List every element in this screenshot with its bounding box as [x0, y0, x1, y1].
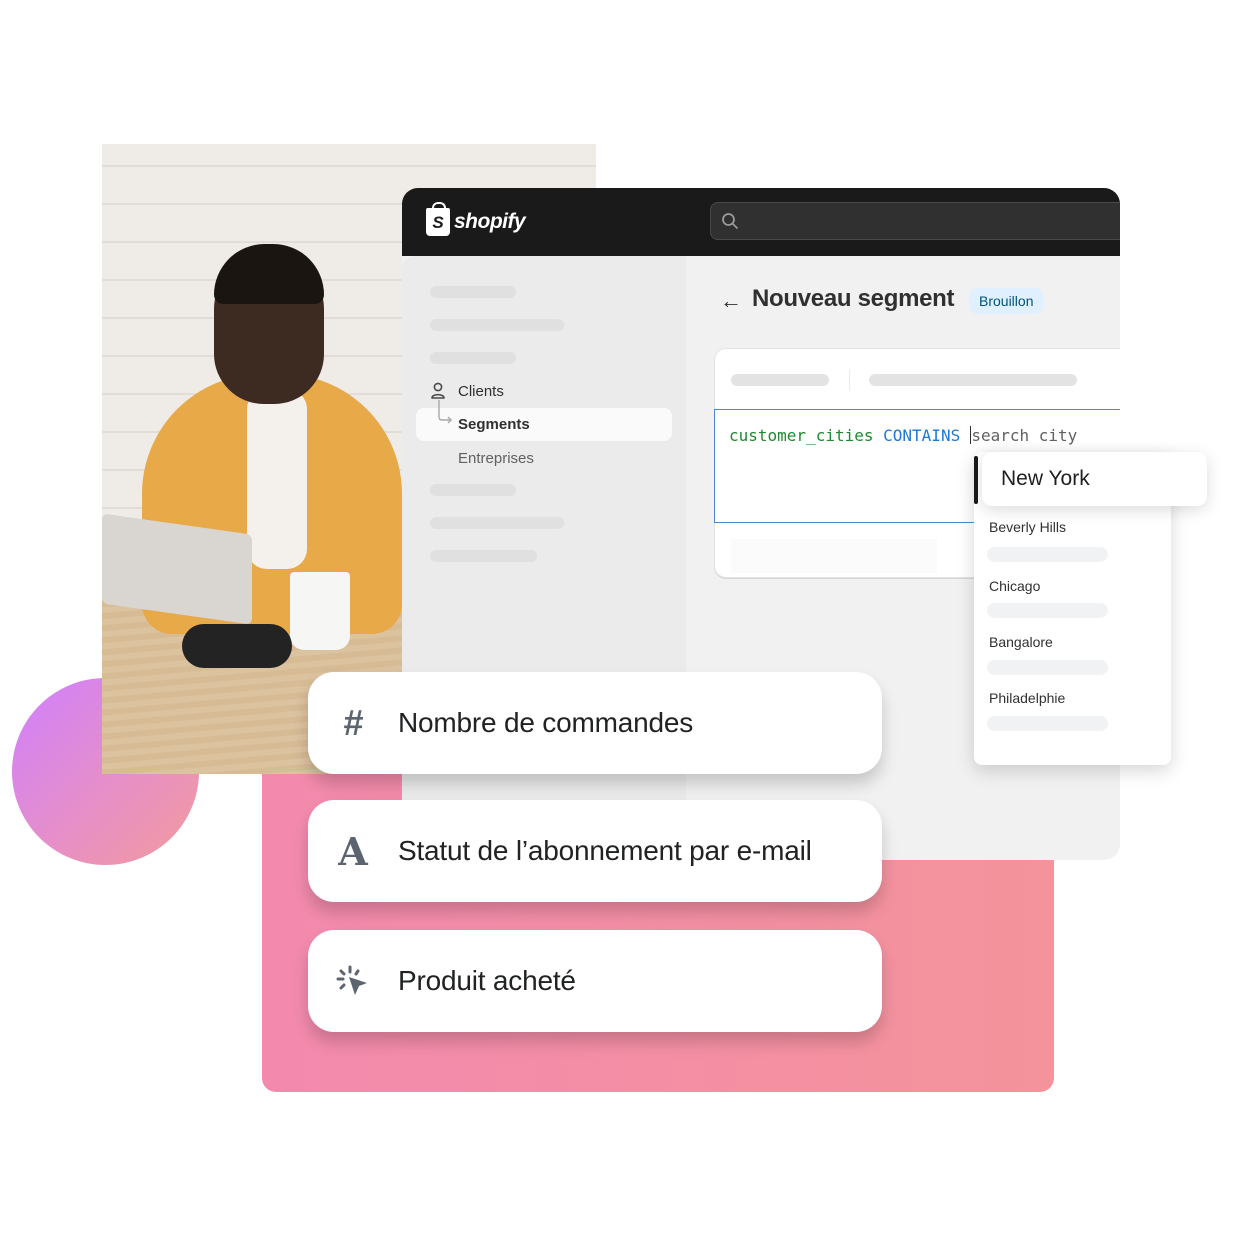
option-placeholder	[987, 547, 1108, 562]
sidebar-item-clients[interactable]: Clients	[416, 375, 672, 408]
person-icon	[431, 382, 445, 399]
query-placeholder: search city	[971, 426, 1078, 445]
sidebar-item-entreprises[interactable]: Entreprises	[416, 442, 672, 475]
dropdown-selected-option[interactable]: New York	[982, 452, 1207, 506]
sidebar-placeholder	[430, 517, 564, 529]
query-field: customer_cities	[729, 426, 874, 445]
search-input[interactable]	[710, 202, 1120, 240]
sidebar-item-label: Entreprises	[458, 450, 534, 467]
sidebar-placeholder	[430, 352, 516, 364]
top-bar: S shopify	[402, 188, 1120, 256]
sidebar-placeholder	[430, 484, 516, 496]
feature-card-email-subscription: A Statut de l’abonnement par e-mail	[308, 800, 882, 902]
dropdown-selection-indicator	[974, 456, 978, 504]
feature-label: Produit acheté	[398, 965, 576, 996]
sidebar-item-label: Clients	[458, 383, 504, 400]
sidebar-placeholder	[430, 286, 516, 298]
search-icon	[722, 213, 738, 229]
card-footer-placeholder	[731, 539, 937, 573]
shopify-bag-icon: S	[426, 202, 450, 236]
subitem-arrow-icon	[438, 400, 452, 424]
card-placeholder	[731, 374, 829, 386]
photo-white-tshirt	[247, 389, 307, 569]
option-placeholder	[987, 716, 1108, 731]
shopify-wordmark: shopify	[454, 210, 526, 233]
query-operator: CONTAINS	[883, 426, 961, 445]
hash-icon: #	[342, 702, 364, 743]
dropdown-option[interactable]: Chicago	[989, 578, 1040, 594]
text-a-icon: A	[338, 828, 368, 874]
arrow-left-icon[interactable]: ←	[720, 288, 742, 314]
photo-mug	[290, 572, 350, 650]
card-placeholder	[869, 374, 1077, 386]
sidebar-placeholder	[430, 319, 564, 331]
sidebar-item-segments[interactable]: Segments	[416, 400, 672, 441]
shopify-logo[interactable]: S shopify	[426, 202, 526, 236]
dropdown-option[interactable]: Beverly Hills	[989, 519, 1066, 535]
feature-card-product-purchased: Produit acheté	[308, 930, 882, 1032]
dropdown-option[interactable]: Philadelphie	[989, 690, 1065, 706]
sidebar-placeholder	[430, 550, 537, 562]
feature-label: Nombre de commandes	[398, 707, 693, 738]
query-code: customer_cities CONTAINS search city	[729, 426, 1077, 445]
cursor-click-icon	[336, 964, 370, 998]
dropdown-option[interactable]: Bangalore	[989, 634, 1053, 650]
page-title: Nouveau segment	[752, 285, 955, 312]
card-divider	[849, 369, 850, 391]
photo-headphones	[182, 624, 292, 668]
option-placeholder	[987, 603, 1108, 618]
sidebar-item-label: Segments	[458, 416, 530, 433]
status-badge: Brouillon	[969, 288, 1044, 314]
feature-label: Statut de l’abonnement par e-mail	[398, 835, 812, 866]
option-placeholder	[987, 660, 1108, 675]
feature-card-order-count: # Nombre de commandes	[308, 672, 882, 774]
